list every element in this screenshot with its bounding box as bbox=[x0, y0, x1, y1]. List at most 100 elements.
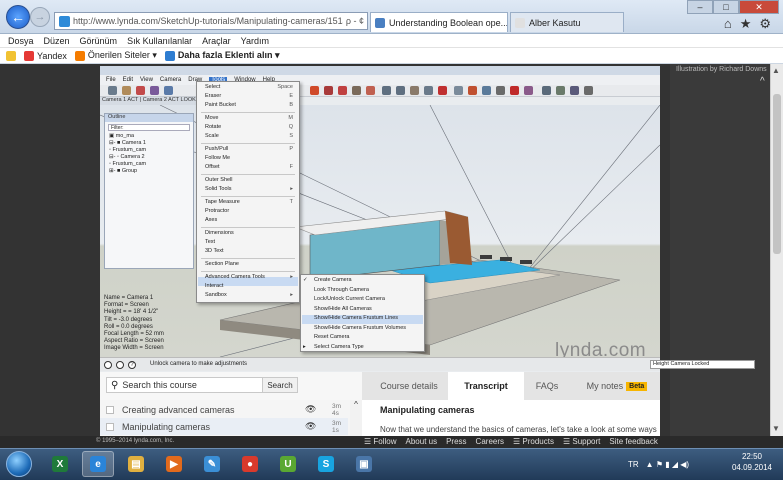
scroll-down-icon[interactable]: ▼ bbox=[772, 424, 780, 433]
lesson-checkbox[interactable] bbox=[106, 405, 114, 414]
tools-menu-item[interactable]: Rotate bbox=[205, 124, 221, 130]
tray-language[interactable]: TR bbox=[628, 460, 639, 469]
home-icon[interactable]: ⌂ bbox=[724, 16, 732, 32]
taskbar-app[interactable]: ✎ bbox=[196, 451, 228, 477]
side-panel: Illustration by Richard Downs ^ bbox=[670, 64, 770, 436]
favorites-star-icon[interactable]: ★ bbox=[740, 16, 752, 32]
tab-favicon bbox=[515, 17, 525, 28]
tools-menu-item[interactable]: Text bbox=[205, 239, 215, 245]
footer-link-press[interactable]: Press bbox=[446, 437, 466, 446]
taskbar-app[interactable]: ▣ bbox=[348, 451, 380, 477]
fav-get-addons[interactable]: Daha fazla Eklenti alın ▾ bbox=[164, 50, 279, 61]
transcript-text[interactable]: Now that we understand the basics of cam… bbox=[380, 425, 657, 434]
camera-menu-item[interactable]: Lock/Unlock Current Camera bbox=[314, 296, 385, 302]
close-button[interactable]: ✕ bbox=[739, 0, 779, 14]
tab-transcript[interactable]: Transcript bbox=[448, 372, 524, 400]
scroll-up-icon[interactable]: ▲ bbox=[772, 66, 780, 75]
tab-my-notes[interactable]: My notes Beta bbox=[574, 372, 660, 400]
tools-menu-item[interactable]: Scale bbox=[205, 133, 219, 139]
maximize-button[interactable]: □ bbox=[713, 0, 739, 14]
sketchup-menubar: File Edit View Camera Draw Tools Window … bbox=[100, 75, 660, 85]
tools-menu-item[interactable]: Advanced Camera Tools bbox=[205, 274, 265, 280]
gear-icon[interactable]: ⚙ bbox=[759, 16, 771, 32]
lesson-checkbox[interactable] bbox=[106, 422, 114, 431]
taskbar-app[interactable]: U bbox=[272, 451, 304, 477]
toolbar-paint-icon bbox=[136, 86, 145, 95]
chevron-up-icon[interactable]: ^ bbox=[760, 76, 765, 87]
tab-faqs[interactable]: FAQs bbox=[524, 372, 570, 400]
taskbar-app[interactable]: S bbox=[310, 451, 342, 477]
footer-link-support[interactable]: ☰ Support bbox=[563, 437, 600, 446]
browser-tab-active[interactable]: Understanding Boolean ope... × bbox=[370, 12, 508, 32]
camera-menu-item[interactable]: Create Camera bbox=[314, 277, 352, 283]
footer-link-about[interactable]: About us bbox=[406, 437, 438, 446]
search-button[interactable]: Search bbox=[262, 377, 298, 393]
taskbar-app[interactable]: ▶ bbox=[158, 451, 190, 477]
menu-tools[interactable]: Araçlar bbox=[202, 36, 231, 46]
footer-link-careers[interactable]: Careers bbox=[476, 437, 504, 446]
tools-menu-item[interactable]: Axes bbox=[205, 217, 217, 223]
footer-link-follow[interactable]: ☰ Follow bbox=[364, 437, 397, 446]
list-scroll-up-icon[interactable]: ^ bbox=[350, 400, 362, 436]
menu-view[interactable]: Görünüm bbox=[80, 36, 118, 46]
system-clock[interactable]: 22:50 04.09.2014 bbox=[730, 451, 774, 473]
favorites-star[interactable] bbox=[6, 50, 16, 61]
taskbar-app[interactable]: e bbox=[82, 451, 114, 477]
footer-link-feedback[interactable]: Site feedback bbox=[609, 437, 657, 446]
taskbar-app[interactable]: ● bbox=[234, 451, 266, 477]
fav-suggested-sites[interactable]: Önerilen Siteler ▾ bbox=[74, 50, 157, 61]
tools-menu-item[interactable]: Dimensions bbox=[205, 230, 234, 236]
page-scrollbar[interactable]: ▲ ▼ bbox=[770, 64, 783, 436]
menu-edit[interactable]: Düzen bbox=[44, 36, 70, 46]
lesson-item-current[interactable]: Manipulating cameras 👁 3m 1s bbox=[100, 418, 348, 435]
tools-menu-item[interactable]: Paint Bucket bbox=[205, 102, 236, 108]
camera-menu-item[interactable]: Look Through Camera bbox=[314, 287, 369, 293]
tools-menu-item[interactable]: Move bbox=[205, 115, 218, 121]
tab-course-details[interactable]: Course details bbox=[370, 372, 448, 400]
camera-menu-item[interactable]: Show/Hide All Cameras bbox=[314, 306, 372, 312]
tools-menu-item[interactable]: Interact bbox=[205, 283, 223, 289]
su-menu-camera: Camera bbox=[159, 77, 182, 83]
tools-menu-item[interactable]: Eraser bbox=[205, 93, 221, 99]
lesson-item[interactable]: Creating advanced cameras 👁 3m 4s bbox=[100, 401, 348, 418]
menu-file[interactable]: Dosya bbox=[8, 36, 34, 46]
menu-help[interactable]: Yardım bbox=[241, 36, 269, 46]
camera-menu-item[interactable]: Select Camera Type bbox=[314, 344, 364, 350]
tools-menu-item[interactable]: Offset bbox=[205, 164, 220, 170]
eye-icon: 👁 bbox=[305, 404, 317, 414]
url-text: http://www.lynda.com/SketchUp-tutorials/… bbox=[73, 16, 343, 26]
yandex-icon bbox=[24, 50, 34, 61]
tools-menu-item[interactable]: Push/Pull bbox=[205, 146, 228, 152]
tools-menu-item[interactable]: Outer Shell bbox=[205, 177, 233, 183]
tools-menu-item[interactable]: Section Plane bbox=[205, 261, 239, 267]
camera-menu-item[interactable]: Show/Hide Camera Frustum Volumes bbox=[314, 325, 406, 331]
search-refresh-icon[interactable]: ρ - ¢ bbox=[343, 16, 367, 26]
fav-yandex[interactable]: Yandex bbox=[24, 50, 67, 61]
tools-menu-shortcut: Q bbox=[288, 124, 293, 130]
camera-menu-item[interactable]: Show/Hide Camera Frustum Lines bbox=[314, 315, 398, 321]
credits-icon bbox=[116, 361, 124, 369]
menu-separator bbox=[201, 196, 295, 197]
tray-icons[interactable]: ▲ ⚑ ▮ ◢ ◀) bbox=[646, 460, 689, 469]
tools-menu-item[interactable]: Solid Tools bbox=[205, 186, 232, 192]
minimize-button[interactable]: – bbox=[687, 0, 713, 14]
tools-menu-item[interactable]: Select bbox=[205, 84, 220, 90]
tools-menu-item[interactable]: Protractor bbox=[205, 208, 229, 214]
tools-menu-item[interactable]: Sandbox bbox=[205, 292, 227, 298]
scrollbar-thumb[interactable] bbox=[773, 94, 781, 254]
back-button[interactable]: ← bbox=[6, 5, 30, 29]
menu-favorites[interactable]: Sık Kullanılanlar bbox=[127, 36, 192, 46]
footer-link-products[interactable]: ☰ Products bbox=[513, 437, 554, 446]
browser-tab[interactable]: Alber Kasutu bbox=[510, 12, 624, 32]
camera-menu-item[interactable]: Reset Camera bbox=[314, 334, 349, 340]
forward-button[interactable]: → bbox=[30, 7, 50, 27]
camera-menu-check: ✓ bbox=[303, 277, 308, 283]
taskbar-app[interactable]: ▤ bbox=[120, 451, 152, 477]
address-bar[interactable]: http://www.lynda.com/SketchUp-tutorials/… bbox=[54, 12, 368, 30]
taskbar-app[interactable]: X bbox=[44, 451, 76, 477]
tools-menu-shortcut: ▸ bbox=[290, 186, 293, 192]
start-button[interactable] bbox=[6, 451, 32, 477]
tools-menu-item[interactable]: 3D Text bbox=[205, 248, 224, 254]
tools-menu-item[interactable]: Tape Measure bbox=[205, 199, 240, 205]
tools-menu-item[interactable]: Follow Me bbox=[205, 155, 230, 161]
